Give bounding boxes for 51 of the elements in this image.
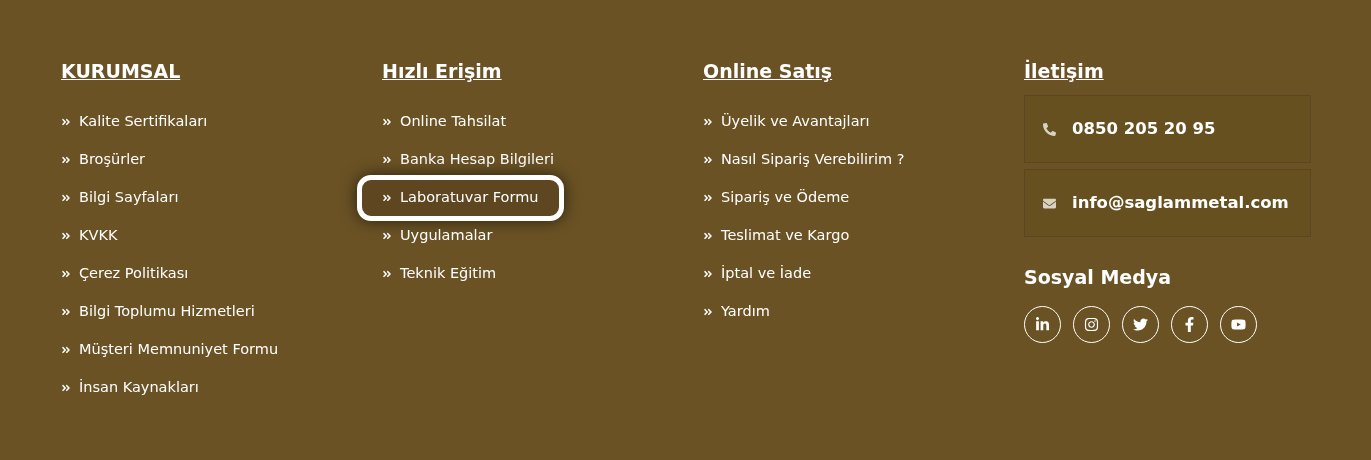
linkedin-icon [1035,316,1050,332]
chevron-icon [382,117,392,127]
twitter-icon [1133,316,1148,332]
footer-link[interactable]: Banka Hesap Bilgileri [382,146,554,174]
contact-text: 0850 205 20 95 [1072,117,1216,140]
footer-link[interactable]: Üyelik ve Avantajları [703,108,870,136]
chevron-icon [61,193,71,203]
footer-link[interactable]: Çerez Politikası [61,260,189,288]
footer-link[interactable]: Teslimat ve Kargo [703,222,850,250]
footer-link[interactable]: Laboratuvar Formu [357,175,564,221]
column-heading[interactable]: KURUMSAL [61,57,181,85]
chevron-icon [61,345,71,355]
chevron-icon [703,231,713,241]
contact-text: info@saglammetal.com [1072,191,1289,214]
footer-link[interactable]: Teknik Eğitim [382,260,497,288]
column-heading: İletişim [1024,58,1104,84]
footer-link[interactable]: İnsan Kaynakları [61,374,199,402]
chevron-icon [61,155,71,165]
chevron-icon [61,383,71,393]
footer-link[interactable]: Nasıl Sipariş Verebilirim ? [703,146,905,174]
column-heading[interactable]: Online Satış [703,57,833,85]
footer-link[interactable]: Yardım [703,298,770,326]
column-heading[interactable]: Hızlı Erişim [382,57,502,85]
chevron-icon [382,193,392,203]
footer-link[interactable]: Broşürler [61,146,146,174]
footer-link[interactable]: İptal ve İade [703,260,812,288]
footer-link[interactable]: KVKK [61,222,118,250]
phone-icon [1043,122,1056,136]
footer-link[interactable]: Uygulamalar [382,222,493,250]
instagram-icon [1084,316,1099,332]
footer-link[interactable]: Sipariş ve Ödeme [703,184,850,212]
chevron-icon [61,117,71,127]
footer-link[interactable]: Bilgi Sayfaları [61,184,179,212]
chevron-icon [382,155,392,165]
chevron-icon [703,117,713,127]
envelope-icon [1043,196,1056,210]
facebook-icon [1182,316,1197,332]
chevron-icon [703,269,713,279]
chevron-icon [61,307,71,317]
chevron-icon [382,231,392,241]
footer-link[interactable]: Bilgi Toplumu Hizmetleri [61,298,255,326]
footer-link[interactable]: Kalite Sertifikaları [61,108,208,136]
footer-link[interactable]: Online Tahsilat [382,108,507,136]
chevron-icon [61,231,71,241]
chevron-icon [703,307,713,317]
chevron-icon [703,155,713,165]
chevron-icon [61,269,71,279]
chevron-icon [382,269,392,279]
footer-link[interactable]: Müşteri Memnuniyet Formu [61,336,279,364]
social-heading: Sosyal Medya [1024,265,1172,290]
chevron-icon [703,193,713,203]
